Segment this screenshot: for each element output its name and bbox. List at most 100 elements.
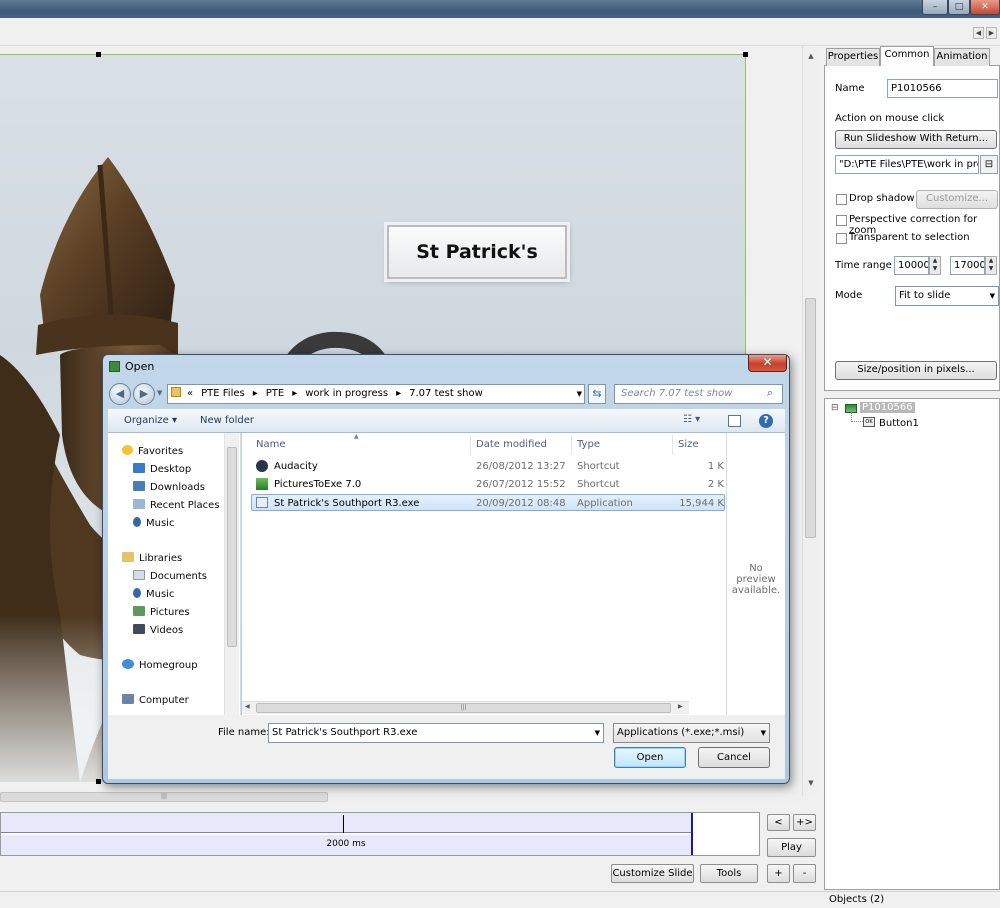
back-arrow-icon[interactable]: ◀ — [109, 383, 131, 405]
nav-music[interactable]: Music — [133, 588, 174, 600]
slide-title-box[interactable]: St Patrick's — [387, 225, 567, 279]
scroll-right-icon[interactable]: ▶ — [678, 703, 683, 710]
navigation-scrollbar[interactable] — [224, 433, 239, 715]
preview-pane-icon[interactable] — [728, 415, 741, 427]
forward-arrow-icon[interactable]: ▶ — [133, 383, 155, 405]
time-from-spinner[interactable]: ▲ ▼ — [929, 256, 941, 275]
column-date-modified[interactable]: Date modified — [471, 435, 572, 455]
nav-music-fav[interactable]: Music — [133, 517, 174, 529]
action-path-field[interactable]: "D:\PTE Files\PTE\work in progr — [835, 155, 979, 174]
breadcrumb-separator-icon[interactable]: ▸ — [288, 385, 301, 403]
time-to-spinner[interactable]: ▲ ▼ — [985, 256, 997, 275]
drop-shadow-checkbox[interactable] — [836, 194, 847, 205]
tab-animation[interactable]: Animation — [934, 48, 990, 66]
selection-handle-icon[interactable] — [96, 779, 101, 784]
tools-button[interactable]: Tools — [700, 864, 758, 883]
selection-handle-icon[interactable] — [96, 52, 101, 57]
address-dropdown-icon[interactable]: ▼ — [577, 385, 582, 403]
remove-object-button[interactable]: - — [793, 864, 816, 883]
scroll-left-icon[interactable]: ◀ — [245, 703, 250, 710]
file-row-picturestoexe[interactable]: PicturesToExe 7.0 26/07/2012 15:52 Short… — [251, 476, 725, 493]
canvas-vertical-scrollbar[interactable]: ▲ ▼ — [802, 46, 818, 796]
column-size[interactable]: Size — [673, 435, 725, 455]
column-type[interactable]: Type — [572, 435, 673, 455]
address-bar[interactable]: «PTE Files ▸ PTE ▸ work in progress ▸ 7.07 tes… — [167, 384, 585, 404]
canvas-horizontal-scrollbar[interactable]: ||| — [0, 790, 802, 804]
browse-folder-icon[interactable]: ⊟ — [980, 155, 998, 174]
mode-select[interactable]: Fit to slide ▼ — [895, 286, 999, 306]
scroll-up-icon[interactable]: ▲ — [803, 52, 819, 60]
tree-collapse-icon[interactable]: ⊟ — [831, 403, 839, 413]
customize-shadow-button[interactable]: Customize... — [916, 190, 998, 209]
timeline[interactable]: 2000 ms — [0, 812, 760, 856]
breadcrumb-test-show[interactable]: 7.07 test show — [405, 385, 487, 403]
maximize-button[interactable]: □ — [948, 0, 970, 15]
time-to-field[interactable]: 17000 — [950, 256, 985, 275]
tab-common[interactable]: Common — [880, 46, 934, 66]
breadcrumb-back-icon[interactable]: « — [183, 385, 197, 403]
breadcrumb-pte[interactable]: PTE — [262, 385, 288, 403]
nav-libraries[interactable]: Libraries — [122, 552, 182, 564]
file-row-audacity[interactable]: Audacity 26/08/2012 13:27 Shortcut 1 K — [251, 458, 725, 475]
customize-slide-button[interactable]: Customize Slide — [611, 864, 694, 883]
search-input[interactable]: Search 7.07 test show — [614, 384, 783, 404]
help-icon[interactable]: ? — [759, 414, 773, 428]
nav-documents[interactable]: Documents — [133, 570, 207, 582]
column-name[interactable]: Name — [251, 435, 471, 455]
run-slideshow-button[interactable]: Run Slideshow With Return... — [835, 130, 997, 149]
breadcrumb-separator-icon[interactable]: ▸ — [249, 385, 262, 403]
selection-handle-icon[interactable] — [743, 52, 748, 57]
chevron-down-icon[interactable]: ▼ — [761, 724, 766, 742]
file-row-st-patricks[interactable]: St Patrick's Southport R3.exe 20/09/2012… — [251, 494, 725, 511]
horizontal-scroll-thumb[interactable]: ||| — [0, 792, 328, 802]
timeline-prev-button[interactable]: < — [767, 814, 790, 831]
name-field[interactable]: P1010566 — [887, 79, 998, 98]
nav-recent-places[interactable]: Recent Places — [133, 499, 220, 511]
vertical-scroll-thumb[interactable] — [805, 298, 816, 538]
open-button[interactable]: Open — [614, 747, 686, 768]
nav-homegroup[interactable]: Homegroup — [122, 659, 198, 671]
nav-downloads[interactable]: Downloads — [133, 481, 205, 493]
add-object-button[interactable]: + — [767, 864, 790, 883]
file-type-filter[interactable]: Applications (*.exe;*.msi) ▼ — [613, 723, 770, 743]
recent-locations-icon[interactable]: ▼ — [157, 389, 162, 397]
organize-button[interactable]: Organize ▾ — [124, 415, 177, 426]
breadcrumb-pte-files[interactable]: PTE Files — [197, 385, 249, 403]
close-button[interactable]: ✕ — [970, 0, 1000, 15]
panel-left-arrow-icon[interactable]: ◀ — [973, 27, 984, 39]
timeline-cursor[interactable] — [691, 813, 693, 855]
tab-properties[interactable]: Properties — [826, 48, 880, 66]
breadcrumb-work-in-progress[interactable]: work in progress — [301, 385, 392, 403]
timeline-marker[interactable] — [343, 815, 344, 833]
timeline-track[interactable] — [1, 813, 691, 833]
play-button[interactable]: Play — [767, 838, 816, 857]
nav-videos[interactable]: Videos — [133, 624, 183, 636]
nav-favorites[interactable]: Favorites — [122, 445, 183, 457]
transparent-checkbox[interactable] — [836, 233, 847, 244]
scroll-down-icon[interactable]: ▼ — [803, 779, 819, 787]
tree-item-root[interactable]: P1010566 — [860, 402, 915, 413]
minimize-button[interactable]: – — [922, 0, 948, 15]
panel-right-arrow-icon[interactable]: ▶ — [986, 27, 997, 39]
timeline-next-button[interactable]: +> — [793, 814, 816, 831]
tree-item-button1[interactable]: Button1 — [879, 418, 919, 429]
cancel-button[interactable]: Cancel — [698, 747, 770, 768]
perspective-checkbox[interactable] — [836, 215, 847, 226]
file-list-scroll-thumb[interactable]: ||| — [256, 703, 671, 713]
size-position-button[interactable]: Size/position in pixels... — [835, 361, 997, 380]
navigation-scroll-thumb[interactable] — [227, 447, 237, 647]
nav-computer[interactable]: Computer — [122, 694, 189, 706]
breadcrumb-separator-icon[interactable]: ▸ — [392, 385, 405, 403]
nav-pictures[interactable]: Pictures — [133, 606, 190, 618]
file-list-horizontal-scrollbar[interactable]: ◀ ||| ▶ — [242, 701, 689, 714]
refresh-icon[interactable]: ⇆ — [588, 384, 606, 404]
dialog-close-button[interactable]: ✕ — [748, 355, 787, 372]
new-folder-button[interactable]: New folder — [200, 415, 254, 426]
view-options-icon[interactable]: ☷ ▾ — [683, 414, 700, 425]
file-list[interactable]: Name ▲ Date modified Type Size Audacity … — [242, 433, 726, 715]
chevron-down-icon[interactable]: ▼ — [595, 724, 600, 742]
time-from-field[interactable]: 10000 — [894, 256, 929, 275]
nav-desktop[interactable]: Desktop — [133, 463, 191, 475]
file-name-input[interactable]: St Patrick's Southport R3.exe ▼ — [268, 723, 604, 743]
objects-tree[interactable]: ⊟ P1010566 OK Button1 — [824, 398, 1000, 890]
